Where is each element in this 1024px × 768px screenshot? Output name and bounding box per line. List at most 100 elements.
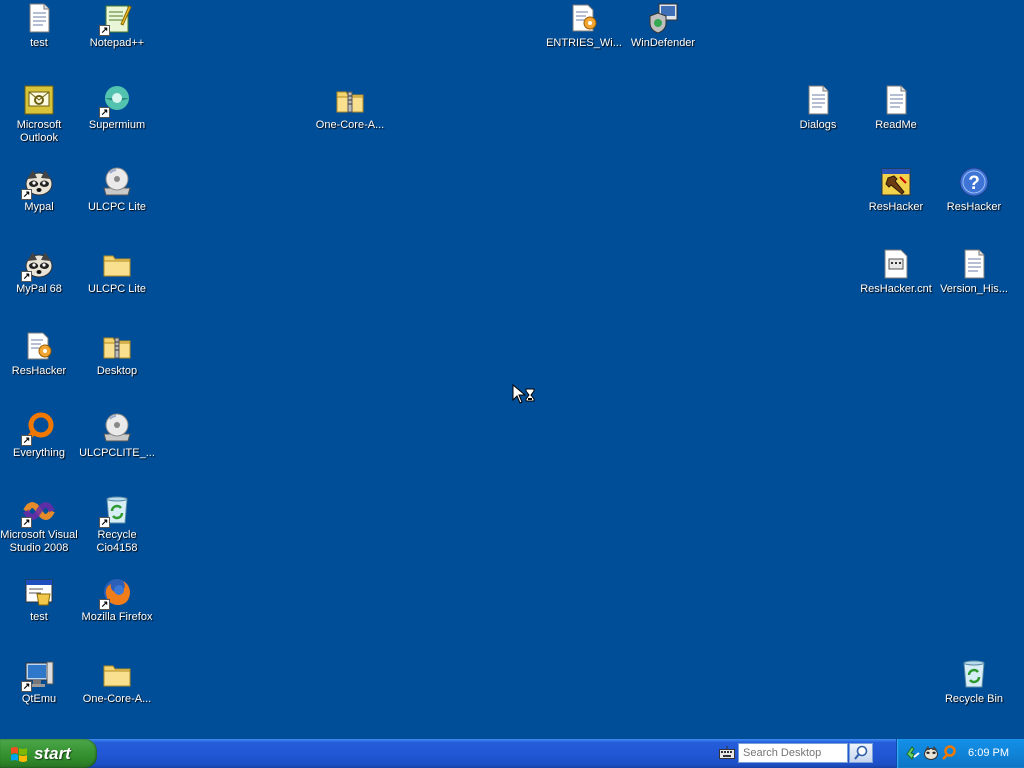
icon-label: Mozilla Firefox	[81, 611, 153, 623]
icon-label: One-Core-A...	[315, 119, 385, 131]
icon-label: test	[30, 37, 48, 49]
icon-label: Desktop	[96, 365, 138, 377]
desktop-icon-entries-wi[interactable]: ENTRIES_Wi...	[545, 2, 623, 50]
desktop-icon-reshacker-config[interactable]: ResHacker	[0, 330, 78, 378]
icon-label: ENTRIES_Wi...	[546, 37, 622, 49]
icon-label: ResHacker	[946, 201, 1002, 213]
raccoon-icon: ↗	[21, 166, 55, 200]
start-label: start	[34, 743, 71, 763]
desktop-icon-readme[interactable]: ReadMe	[857, 84, 935, 132]
icon-label: Microsoft Visual Studio 2008	[0, 529, 78, 554]
magnifier-icon	[854, 745, 868, 760]
windows-flag-icon	[11, 746, 27, 762]
shortcut-arrow-icon: ↗	[99, 25, 110, 36]
taskbar: start 6:09 PM	[0, 739, 1024, 768]
shortcut-arrow-icon: ↗	[21, 681, 32, 692]
desktop-icon-version-history[interactable]: Version_His...	[935, 248, 1013, 296]
everything-tray-icon[interactable]	[941, 745, 957, 761]
icon-label: ULCPCLITE_...	[79, 447, 155, 459]
recycle-bin-icon: ↗	[99, 494, 133, 528]
icon-label: Recycle Bin	[944, 693, 1004, 705]
cd-drive-icon	[101, 412, 133, 444]
desktop-icon-ulcpc-lite-folder[interactable]: ULCPC Lite	[78, 248, 156, 296]
desktop[interactable]: test Microsoft Outlook ↗ Mypal ↗ MyPal 6…	[0, 0, 1024, 739]
icon-label: Mypal	[24, 201, 54, 213]
config-file-gear-icon	[23, 330, 55, 362]
desktop-icon-windefender[interactable]: WinDefender	[624, 2, 702, 50]
help-contents-file-icon	[880, 248, 912, 280]
windefender-icon	[647, 2, 679, 34]
desktop-icon-everything[interactable]: ↗ Everything	[0, 412, 78, 460]
icon-label: One-Core-A...	[82, 693, 152, 705]
desktop-icon-desktop-zip[interactable]: Desktop	[78, 330, 156, 378]
icon-label: WinDefender	[630, 37, 696, 49]
desktop-icon-supermium[interactable]: ↗ Supermium	[78, 84, 156, 132]
shortcut-arrow-icon: ↗	[21, 517, 32, 528]
icon-label: ULCPC Lite	[87, 201, 147, 213]
icon-label: Version_His...	[940, 283, 1008, 295]
folder-icon	[101, 658, 133, 690]
notepad-plus-plus-icon: ↗	[99, 2, 133, 36]
desktop-icon-mypal-68[interactable]: ↗ MyPal 68	[0, 248, 78, 296]
desktop-icon-mozilla-firefox[interactable]: ↗ Mozilla Firefox	[78, 576, 156, 624]
raccoon-tray-icon[interactable]	[923, 745, 939, 761]
recycle-bin-icon	[958, 658, 990, 690]
zip-folder-icon	[101, 330, 133, 362]
desktop-icon-dialogs[interactable]: Dialogs	[779, 84, 857, 132]
icon-label: MyPal 68	[16, 283, 62, 295]
icon-label: Supermium	[88, 119, 146, 131]
everything-search-icon: ↗	[21, 412, 55, 446]
desktop-icon-notepad-plus-plus[interactable]: ↗ Notepad++	[78, 2, 156, 50]
desktop-icon-one-core-api-folder[interactable]: One-Core-A...	[78, 658, 156, 706]
desktop-icon-reshacker-cnt[interactable]: ResHacker.cnt	[857, 248, 935, 296]
icon-label: QtEmu	[21, 693, 57, 705]
shortcut-arrow-icon: ↗	[21, 271, 32, 282]
icon-label: ULCPC Lite	[87, 283, 147, 295]
desktop-icon-ulcpclite-iso[interactable]: ULCPCLITE_...	[78, 412, 156, 460]
desktop-icon-test-text-file[interactable]: test	[0, 2, 78, 50]
application-window-icon	[23, 576, 55, 608]
text-file-icon	[23, 2, 55, 34]
shortcut-arrow-icon: ↗	[21, 189, 32, 200]
text-file-icon	[880, 84, 912, 116]
help-question-icon: ?	[958, 166, 990, 198]
busy-cursor-icon	[512, 384, 535, 404]
zip-folder-icon	[334, 84, 366, 116]
desktop-icon-reshacker-help[interactable]: ? ResHacker	[935, 166, 1013, 214]
start-button[interactable]: start	[0, 739, 97, 768]
desktop-icon-recycle-bin[interactable]: Recycle Bin	[935, 658, 1013, 706]
search-button[interactable]	[849, 743, 873, 763]
shortcut-arrow-icon: ↗	[21, 435, 32, 446]
desktop-icon-ulcpc-lite-cd[interactable]: ULCPC Lite	[78, 166, 156, 214]
icon-label: Microsoft Outlook	[16, 119, 62, 144]
reshacker-hammer-icon	[880, 166, 912, 198]
icon-label: ResHacker.cnt	[860, 283, 932, 295]
desktop-icon-microsoft-outlook[interactable]: Microsoft Outlook	[0, 84, 78, 145]
desktop-icon-mypal[interactable]: ↗ Mypal	[0, 166, 78, 214]
desktop-icon-qtemu[interactable]: ↗ QtEmu	[0, 658, 78, 706]
firefox-icon: ↗	[99, 576, 133, 610]
safely-remove-hardware-icon[interactable]	[905, 745, 921, 761]
system-tray: 6:09 PM	[896, 739, 1024, 768]
desktop-icon-test-app[interactable]: test	[0, 576, 78, 624]
outlook-icon	[23, 84, 55, 116]
icon-label: Recycle Cio4158	[96, 529, 138, 554]
clock[interactable]: 6:09 PM	[968, 747, 1009, 759]
icon-label: Everything	[13, 447, 65, 459]
desktop-icon-recycle-cio4158[interactable]: ↗ Recycle Cio4158	[78, 494, 156, 555]
supermium-icon: ↗	[99, 84, 133, 118]
icon-label: ReadMe	[875, 119, 917, 131]
folder-icon	[101, 248, 133, 280]
icon-label: test	[30, 611, 48, 623]
desktop-icon-one-core-api-zip[interactable]: One-Core-A...	[311, 84, 389, 132]
icon-label: Notepad++	[89, 37, 145, 49]
cd-drive-icon	[101, 166, 133, 198]
icon-label: Dialogs	[799, 119, 837, 131]
search-desktop-input[interactable]	[738, 743, 848, 763]
qtemu-computer-icon: ↗	[21, 658, 55, 692]
icon-label: ResHacker	[868, 201, 924, 213]
desktop-icon-visual-studio-2008[interactable]: ↗ Microsoft Visual Studio 2008	[0, 494, 78, 555]
text-file-icon	[802, 84, 834, 116]
desktop-icon-reshacker-exe[interactable]: ResHacker	[857, 166, 935, 214]
keyboard-icon[interactable]	[719, 746, 735, 760]
